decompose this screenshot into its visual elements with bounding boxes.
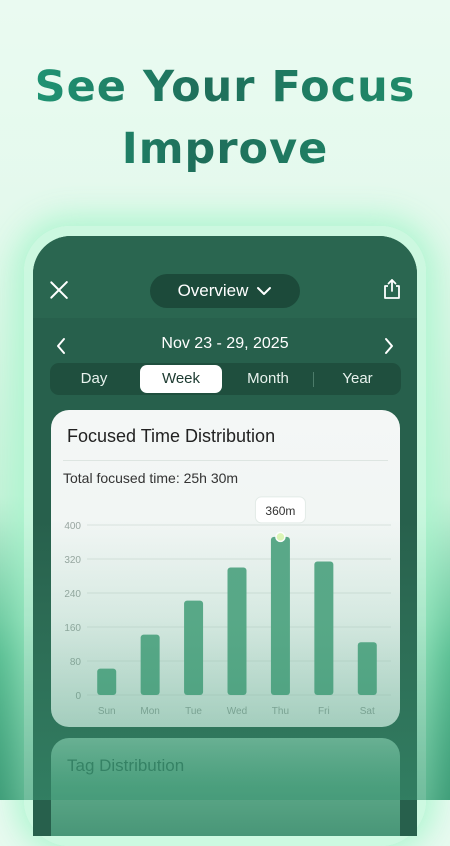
- highlight-point: [275, 531, 286, 543]
- x-tick-label: Tue: [185, 706, 202, 717]
- x-tick-label: Sun: [98, 706, 116, 717]
- chart-bar: [357, 642, 377, 695]
- chevron-down-icon: [257, 287, 272, 295]
- share-icon[interactable]: [382, 278, 402, 300]
- overview-dropdown[interactable]: Overview: [150, 274, 300, 308]
- tab-month[interactable]: Month: [226, 365, 310, 393]
- chart-bar: [314, 561, 334, 695]
- x-tick-label: Fri: [318, 706, 330, 717]
- close-icon[interactable]: [49, 280, 69, 300]
- tab-day[interactable]: Day: [52, 365, 136, 393]
- next-week-icon[interactable]: [383, 336, 395, 356]
- y-tick-label: 160: [64, 623, 81, 634]
- tab-year[interactable]: Year: [316, 365, 399, 393]
- tooltip-value: 360m: [265, 504, 295, 518]
- chart-bar: [270, 536, 290, 695]
- overview-label: Overview: [177, 281, 249, 300]
- date-range-label: Nov 23 - 29, 2025: [161, 335, 289, 352]
- focused-time-chart: 0 80 160 240 320 400 Sun Mon Tue Wed Thu 360m Fri Sat: [64, 496, 391, 717]
- chart-bar: [184, 600, 204, 695]
- period-tabs: Day Week Month Year: [50, 363, 401, 395]
- top-bar: Overview: [33, 236, 417, 318]
- x-tick-label: Mon: [140, 706, 159, 717]
- chart-bar: [227, 567, 247, 695]
- y-tick-label: 0: [75, 691, 81, 702]
- focused-time-card: Focused Time Distribution Total focused …: [51, 410, 400, 727]
- tab-week[interactable]: Week: [140, 365, 222, 393]
- y-tick-label: 400: [64, 521, 81, 532]
- phone-screen: Overview Nov 23 - 29, 2025 Day Week Mont…: [33, 236, 417, 836]
- y-tick-label: 80: [70, 657, 82, 668]
- y-tick-label: 320: [64, 555, 81, 566]
- x-tick-label: Sat: [360, 706, 375, 717]
- tag-distribution-card[interactable]: Tag Distribution: [51, 738, 400, 836]
- chart-bar: [140, 634, 160, 695]
- headline: See Your Focus Improve: [0, 56, 450, 180]
- tag-distribution-title: Tag Distribution: [67, 756, 185, 775]
- headline-line-1: See Your Focus: [34, 62, 416, 112]
- tab-divider: [313, 372, 314, 387]
- chart-bar: [97, 668, 117, 695]
- x-tick-label: Thu: [272, 706, 289, 717]
- headline-line-2: Improve: [121, 124, 329, 174]
- y-tick-label: 240: [64, 589, 81, 600]
- date-navigator: Nov 23 - 29, 2025: [33, 332, 417, 362]
- x-tick-label: Wed: [227, 706, 247, 717]
